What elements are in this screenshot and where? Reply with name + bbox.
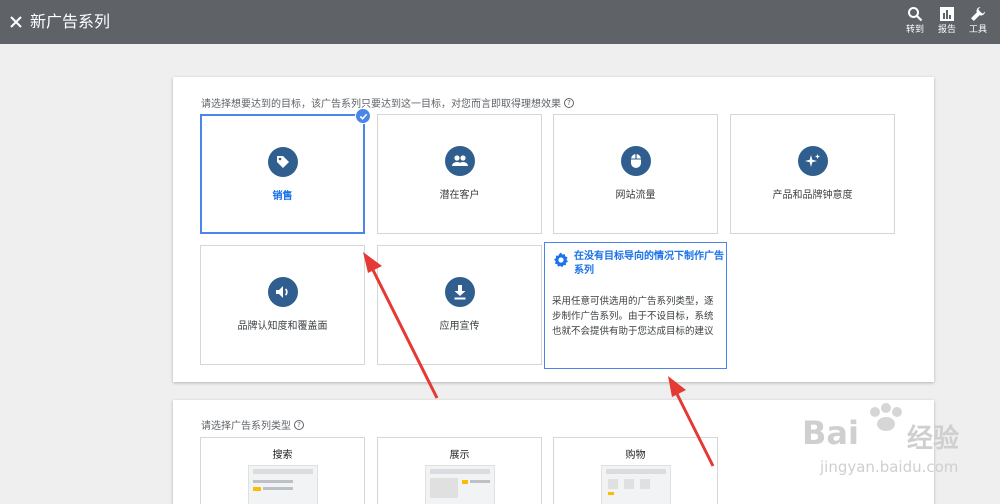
close-button[interactable] xyxy=(4,10,28,34)
tools-label: 工具 xyxy=(968,25,987,35)
people-icon xyxy=(444,146,475,176)
campaign-type-label: 搜索 xyxy=(272,450,293,461)
help-icon[interactable]: ? xyxy=(564,97,574,108)
watermark-text-2: 经验 xyxy=(907,424,960,454)
top-app-bar: 新广告系列 转到 报告 工具 xyxy=(0,0,1000,44)
page-title: 新广告系列 xyxy=(30,12,111,31)
display-preview-image xyxy=(424,465,495,504)
no-goal-title: 在没有目标导向的情况下制作广告系列 xyxy=(574,251,724,276)
goto-label: 转到 xyxy=(905,25,924,35)
campaign-type-prompt-text: 请选择广告系列类型 xyxy=(201,421,291,432)
no-goal-description: 采用任意可供选用的广告系列类型，逐步制作广告系列。由于不设目标，系统也就不会提供… xyxy=(552,296,714,337)
goal-tile-app-promotion[interactable]: 应用宣传 xyxy=(377,245,542,365)
search-icon xyxy=(908,7,923,22)
watermark-text: Bai xyxy=(802,414,859,452)
campaign-type-label: 展示 xyxy=(449,450,470,461)
baidu-watermark: Bai 经验 jingyan.baidu.com xyxy=(782,400,982,480)
tools-button[interactable]: 工具 xyxy=(962,6,994,40)
sparkle-icon xyxy=(797,146,828,176)
goal-tile-website-traffic[interactable]: 网站流量 xyxy=(553,114,718,234)
goal-tile-label: 销售 xyxy=(272,191,293,202)
reports-label: 报告 xyxy=(937,25,956,35)
campaign-type-shopping[interactable]: 购物 xyxy=(553,437,718,504)
reports-button[interactable]: 报告 xyxy=(931,6,963,40)
wrench-icon xyxy=(971,7,985,21)
speaker-icon xyxy=(267,277,298,307)
goal-tile-no-goal[interactable]: 在没有目标导向的情况下制作广告系列 采用任意可供选用的广告系列类型，逐步制作广告… xyxy=(544,242,727,369)
selected-check-icon xyxy=(355,108,371,124)
goal-prompt-text: 请选择想要达到的目标，该广告系列只要达到这一目标，对您而言即取得理想效果 xyxy=(201,99,561,110)
goal-tile-leads[interactable]: 潜在客户 xyxy=(377,114,542,234)
help-icon[interactable]: ? xyxy=(294,419,304,430)
goal-tile-label: 潜在客户 xyxy=(439,190,480,201)
goal-tile-brand-consideration[interactable]: 产品和品牌钟意度 xyxy=(730,114,895,234)
campaign-type-display[interactable]: 展示 xyxy=(377,437,542,504)
goal-tile-sales[interactable]: 销售 xyxy=(200,108,371,234)
goal-tile-label: 产品和品牌钟意度 xyxy=(772,190,853,201)
campaign-type-search[interactable]: 搜索 xyxy=(200,437,365,504)
tag-icon xyxy=(267,147,298,177)
goto-button[interactable]: 转到 xyxy=(899,6,931,40)
shopping-preview-image xyxy=(600,465,671,504)
goal-tile-label: 品牌认知度和覆盖面 xyxy=(237,321,328,332)
download-icon xyxy=(444,277,475,307)
goal-tile-label: 网站流量 xyxy=(615,190,656,201)
search-preview-image xyxy=(247,465,318,504)
goal-prompt: 请选择想要达到的目标，该广告系列只要达到这一目标，对您而言即取得理想效果 ? xyxy=(201,95,574,110)
goal-tile-label: 应用宣传 xyxy=(439,321,480,332)
campaign-type-label: 购物 xyxy=(625,450,646,461)
close-icon xyxy=(10,16,22,28)
watermark-url: jingyan.baidu.com xyxy=(820,458,959,476)
gear-icon xyxy=(554,252,568,268)
mouse-icon xyxy=(620,146,651,176)
bar-chart-icon xyxy=(940,7,954,21)
goal-tile-brand-awareness[interactable]: 品牌认知度和覆盖面 xyxy=(200,245,365,365)
no-goal-header: 在没有目标导向的情况下制作广告系列 xyxy=(553,250,724,278)
campaign-type-prompt: 请选择广告系列类型 ? xyxy=(201,417,304,432)
